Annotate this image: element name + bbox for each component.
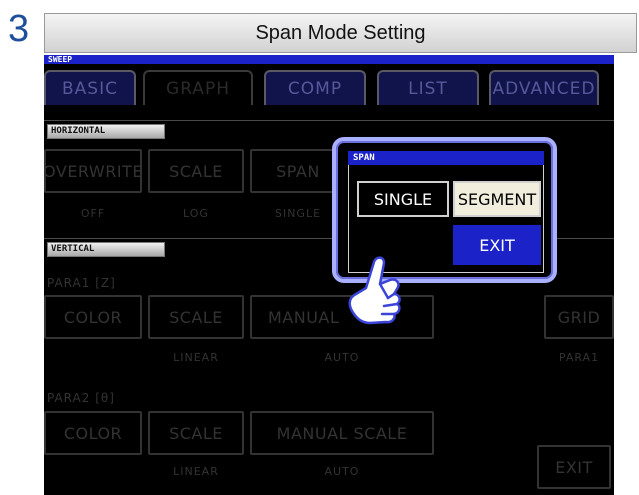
manual-scale-button-para1[interactable]: MANUAL (250, 295, 434, 339)
tab-advanced[interactable]: ADVANCED (489, 70, 599, 105)
device-screen: SWEEP BASIC GRAPH COMP LIST ADVANCED HOR… (44, 55, 614, 495)
page-title-text: Span Mode Setting (255, 21, 426, 44)
scale-button-para1[interactable]: SCALE (148, 295, 244, 339)
overwrite-value: OFF (80, 207, 106, 220)
tab-comp[interactable]: COMP (264, 70, 366, 105)
scale-button-para2[interactable]: SCALE (148, 411, 244, 455)
color-button-para1[interactable]: COLOR (44, 295, 142, 339)
mode-bar: SWEEP (44, 55, 614, 64)
hand-pointer-icon (348, 256, 401, 325)
tab-graph[interactable]: GRAPH (143, 70, 253, 105)
section-label-horizontal: HORIZONTAL (47, 124, 165, 139)
exit-button-screen[interactable]: EXIT (537, 445, 611, 489)
page-title: Span Mode Setting (44, 13, 637, 53)
tab-basic[interactable]: BASIC (44, 70, 136, 105)
scale-value-para1: LINEAR (173, 351, 219, 364)
divider (44, 120, 614, 121)
step-number: 3 (8, 8, 30, 50)
color-button-para2[interactable]: COLOR (44, 411, 142, 455)
grid-button[interactable]: GRID (544, 295, 614, 339)
para2-label: PARA2 [θ] (47, 391, 115, 405)
overwrite-button[interactable]: OVERWRITE (44, 149, 142, 193)
scale-value-para2: LINEAR (173, 465, 219, 478)
exit-button-dialog[interactable]: EXIT (453, 225, 541, 265)
manual-label-para1: MANUAL (268, 307, 340, 327)
segment-button[interactable]: SEGMENT (453, 181, 541, 217)
manual-value-para1: AUTO (324, 351, 360, 364)
scale-value-horizontal: LOG (183, 207, 209, 220)
tab-list[interactable]: LIST (377, 70, 479, 105)
para1-label: PARA1 [Z] (47, 276, 116, 290)
manual-scale-button-para2[interactable]: MANUAL SCALE (250, 411, 434, 455)
grid-value: PARA1 (558, 351, 600, 364)
manual-value-para2: AUTO (324, 465, 360, 478)
dialog-title: SPAN (348, 151, 544, 165)
single-button[interactable]: SINGLE (357, 181, 449, 217)
scale-button-horizontal[interactable]: SCALE (148, 149, 244, 193)
section-label-vertical: VERTICAL (47, 242, 165, 257)
